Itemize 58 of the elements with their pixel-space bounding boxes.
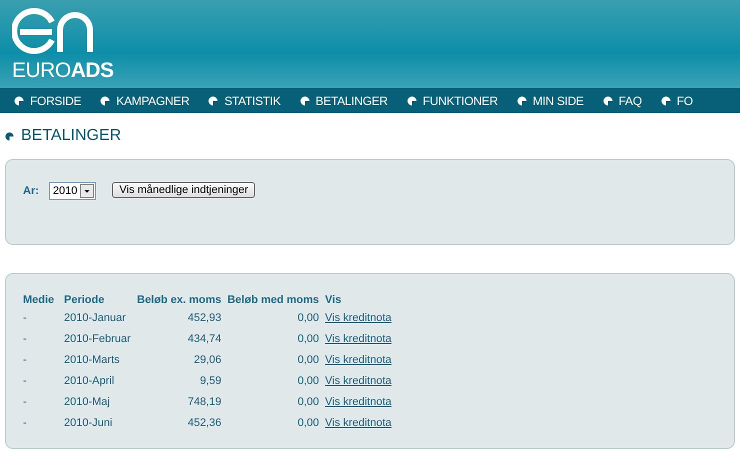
table-cell: 2010-Marts	[64, 354, 120, 366]
bullet-icon	[208, 96, 218, 106]
table-cell: 29,06	[194, 354, 222, 366]
nav-item[interactable]: STATISTIK	[208, 94, 281, 108]
credit-note-link[interactable]: Vis kreditnota	[325, 312, 392, 324]
table-cell: -	[23, 416, 27, 428]
credit-note-link[interactable]: Vis kreditnota	[325, 332, 392, 344]
nav-item[interactable]: FUNKTIONER	[406, 94, 498, 108]
table-cell: 2010-April	[64, 374, 114, 386]
year-label: Ar:	[23, 185, 39, 197]
table-cell: 0,00	[298, 396, 320, 408]
column-header: Beløb med moms	[227, 293, 326, 307]
nav-item[interactable]: BETALINGER	[300, 94, 388, 108]
bullet-icon	[5, 132, 14, 140]
bullet-icon	[100, 96, 110, 106]
table-cell: 9,59	[200, 374, 222, 386]
bullet-icon	[602, 96, 613, 106]
table-cell: 452,93	[188, 312, 222, 324]
year-dropdown[interactable]: 2010	[48, 182, 96, 200]
nav-item[interactable]: MIN SIDE	[516, 94, 584, 108]
table-cell: 2010-Juni	[64, 416, 112, 428]
table-cell: 2010-Maj	[64, 396, 110, 408]
bullet-icon	[516, 96, 527, 106]
table-cell: 748,19	[188, 396, 222, 408]
column-header: Periode	[64, 293, 106, 307]
table-cell: 0,00	[298, 312, 320, 324]
bullet-icon	[406, 96, 417, 106]
page-title: BETALINGER	[21, 127, 122, 145]
table-cell: 0,00	[298, 416, 320, 428]
bullet-icon	[660, 96, 671, 106]
table-cell: 0,00	[298, 354, 320, 366]
table-cell: -	[23, 332, 27, 344]
logo-wordmark: EUROADS	[12, 60, 114, 82]
column-header: Vis	[325, 293, 342, 307]
bullet-icon	[300, 96, 310, 106]
table-cell: 0,00	[298, 374, 320, 386]
nav-item[interactable]: FORSIDE	[14, 94, 82, 108]
column-header: Medie	[23, 293, 56, 307]
table-cell: -	[23, 374, 27, 386]
table-cell: 434,74	[188, 332, 222, 344]
table-cell: -	[23, 396, 27, 408]
nav-item[interactable]: KAMPAGNER	[100, 94, 190, 108]
table-cell: -	[23, 354, 27, 366]
logo-icon	[12, 8, 96, 56]
table-cell: 0,00	[298, 332, 320, 344]
credit-note-link[interactable]: Vis kreditnota	[325, 374, 392, 386]
nav-item[interactable]: FO	[660, 94, 693, 108]
bullet-icon	[14, 96, 24, 106]
credit-note-link[interactable]: Vis kreditnota	[325, 396, 392, 408]
credit-note-link[interactable]: Vis kreditnota	[325, 416, 392, 428]
nav-item[interactable]: FAQ	[602, 94, 642, 108]
table-cell: 2010-Januar	[64, 312, 126, 324]
table-cell: 452,36	[188, 416, 222, 428]
column-header: Beløb ex. moms	[137, 293, 222, 307]
table-cell: -	[23, 312, 27, 324]
table-cell: 2010-Februar	[64, 332, 131, 344]
show-monthly-button[interactable]: Vis månedlige indtjeninger	[112, 182, 256, 198]
credit-note-link[interactable]: Vis kreditnota	[325, 354, 392, 366]
